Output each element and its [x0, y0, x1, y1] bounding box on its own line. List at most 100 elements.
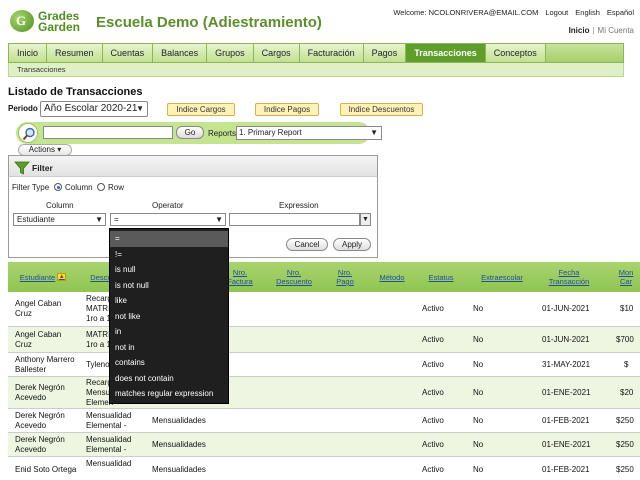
search-input[interactable]: [43, 126, 173, 139]
table-row[interactable]: Derek Negrón Acevedo Mensualidad Elemental…: [8, 433, 640, 457]
operator-select[interactable]: = ▼: [110, 213, 226, 226]
subnav-transacciones[interactable]: Transacciones: [8, 63, 624, 77]
funnel-icon: [14, 160, 30, 178]
search-icon[interactable]: [18, 123, 38, 143]
table-row[interactable]: Anthony Marrero Ballester Tyleno Activo N…: [8, 353, 640, 377]
table-row[interactable]: Enid Soto Ortega Mensualidad Mensualidad…: [8, 457, 640, 480]
cell-status: Activo: [422, 304, 444, 313]
column-select[interactable]: Estudiante ▼: [13, 213, 106, 226]
periodo-select[interactable]: Año Escolar 2020-21 ▼: [40, 101, 148, 117]
cell-extra: No: [473, 465, 484, 474]
cell-description: Mensualidad Elemental -: [86, 411, 132, 430]
grades-garden-logo: G Grades Garden: [10, 10, 90, 34]
filter-panel-header: [8, 155, 378, 177]
operator-option-equals[interactable]: =: [110, 231, 228, 247]
operator-value: =: [114, 215, 119, 224]
cell-date: 31-MAY-2021: [542, 360, 591, 369]
header-estudiante[interactable]: Estudiante ▲: [14, 262, 72, 292]
operator-option-contains[interactable]: contains: [110, 355, 228, 371]
column-value: Estudiante: [17, 215, 55, 224]
indice-descuentos-button[interactable]: Indice Descuentos: [340, 103, 423, 116]
operator-option-does-not-contain[interactable]: does not contain: [110, 371, 228, 387]
cell-student: Derek Negrón Acevedo: [15, 411, 65, 430]
header-metodo[interactable]: Método: [374, 262, 410, 292]
tab-cuentas[interactable]: Cuentas: [102, 44, 154, 62]
indice-pagos-button[interactable]: Indice Pagos: [255, 103, 319, 116]
header-nro-descuento[interactable]: Nro. Descuento: [272, 262, 316, 292]
cell-extra: No: [473, 335, 484, 344]
operator-option-is-null[interactable]: is null: [110, 262, 228, 278]
operator-option-not-equals[interactable]: !=: [110, 247, 228, 263]
cell-date: 01-FEB-2021: [542, 465, 590, 474]
header-extraescolar[interactable]: Extraescolar: [474, 262, 530, 292]
filter-type-row-radio[interactable]: [97, 183, 105, 191]
logo-badge-icon: G: [10, 10, 34, 32]
tab-inicio[interactable]: Inicio: [9, 44, 48, 62]
expression-header: Expression: [279, 201, 319, 210]
tab-pagos[interactable]: Pagos: [363, 44, 407, 62]
actions-label: Actions: [28, 145, 55, 154]
tab-balances[interactable]: Balances: [153, 44, 208, 62]
table-row[interactable]: Angel Caban Cruz MATRIC 1ro a 1 Activo No …: [8, 327, 640, 353]
chevron-down-icon: ▼: [370, 128, 378, 137]
logo-word-garden: Garden: [38, 20, 81, 34]
operator-option-not-in[interactable]: not in: [110, 340, 228, 356]
reports-select[interactable]: 1. Primary Report ▼: [236, 126, 382, 140]
cancel-button[interactable]: Cancel: [286, 238, 328, 251]
indice-cargos-button[interactable]: Indice Cargos: [167, 103, 235, 116]
expression-dropdown-toggle[interactable]: ▼: [360, 213, 371, 226]
tab-resumen[interactable]: Resumen: [47, 44, 103, 62]
header-estatus[interactable]: Estatus: [422, 262, 460, 292]
cell-status: Activo: [422, 465, 444, 474]
cell-date: 01-JUN-2021: [542, 335, 590, 344]
cell-status: Activo: [422, 388, 444, 397]
cell-extra: No: [473, 440, 484, 449]
cell-extra: No: [473, 360, 484, 369]
cell-student: Angel Caban Cruz: [15, 330, 62, 349]
cell-amount: $250: [616, 465, 634, 474]
cell-extra: No: [473, 416, 484, 425]
operator-option-like[interactable]: like: [110, 293, 228, 309]
espanol-link[interactable]: Español: [607, 8, 634, 17]
header-fecha[interactable]: Fecha Transacción: [543, 262, 595, 292]
logout-link[interactable]: Logout: [545, 8, 568, 17]
tab-conceptos[interactable]: Conceptos: [485, 44, 546, 62]
cell-student: Anthony Marrero Ballester: [15, 355, 75, 374]
header-nro-pago[interactable]: Nro. Pago: [333, 262, 357, 292]
operator-option-in[interactable]: in: [110, 324, 228, 340]
inicio-link[interactable]: Inicio: [569, 26, 590, 35]
cell-student: Angel Caban Cruz: [15, 299, 62, 318]
reports-label: Reports: [208, 129, 237, 138]
cell-date: 01-FEB-2021: [542, 416, 590, 425]
chevron-down-icon: ▼: [95, 215, 103, 224]
cell-amount: $20: [620, 388, 634, 397]
english-link[interactable]: English: [575, 8, 600, 17]
operator-option-matches-regex[interactable]: matches regular expression: [110, 386, 228, 402]
operator-option-is-not-null[interactable]: is not null: [110, 278, 228, 294]
expression-input[interactable]: [229, 213, 360, 226]
page-title: Listado de Transacciones: [8, 86, 143, 98]
cell-amount: $: [624, 360, 629, 369]
tab-facturacion[interactable]: Facturación: [299, 44, 364, 62]
filter-type-column-radio[interactable]: [54, 183, 62, 191]
apply-button[interactable]: Apply: [333, 238, 371, 251]
cell-concept: Mensualidades: [152, 416, 206, 425]
mi-cuenta-link[interactable]: Mi Cuenta: [598, 26, 634, 35]
header-nro-factura[interactable]: Nro. Factura: [226, 262, 254, 292]
operator-option-not-like[interactable]: not like: [110, 309, 228, 325]
cell-concept: Mensualidades: [152, 440, 206, 449]
cell-extra: No: [473, 304, 484, 313]
cell-date: 01-ENE-2021: [542, 440, 591, 449]
table-row[interactable]: Angel Caban Cruz Recarg MATRIC 1ro a 1 Acti…: [8, 292, 640, 327]
tab-cargos[interactable]: Cargos: [253, 44, 300, 62]
table-row[interactable]: Derek Negrón Acevedo Mensualidad Elemental…: [8, 409, 640, 433]
logo-glyph: G: [16, 13, 27, 28]
operator-header: Operator: [152, 201, 184, 210]
go-button[interactable]: Go: [176, 126, 204, 139]
table-row[interactable]: Derek Negrón Acevedo Recarg Mensua Elemen A…: [8, 377, 640, 409]
tab-grupos[interactable]: Grupos: [207, 44, 254, 62]
cell-description: Mensualidad: [86, 459, 132, 468]
header-monto[interactable]: Mon Car: [612, 262, 640, 292]
header-estudiante-label: Estudiante: [19, 272, 56, 282]
tab-transacciones[interactable]: Transacciones: [406, 44, 486, 62]
